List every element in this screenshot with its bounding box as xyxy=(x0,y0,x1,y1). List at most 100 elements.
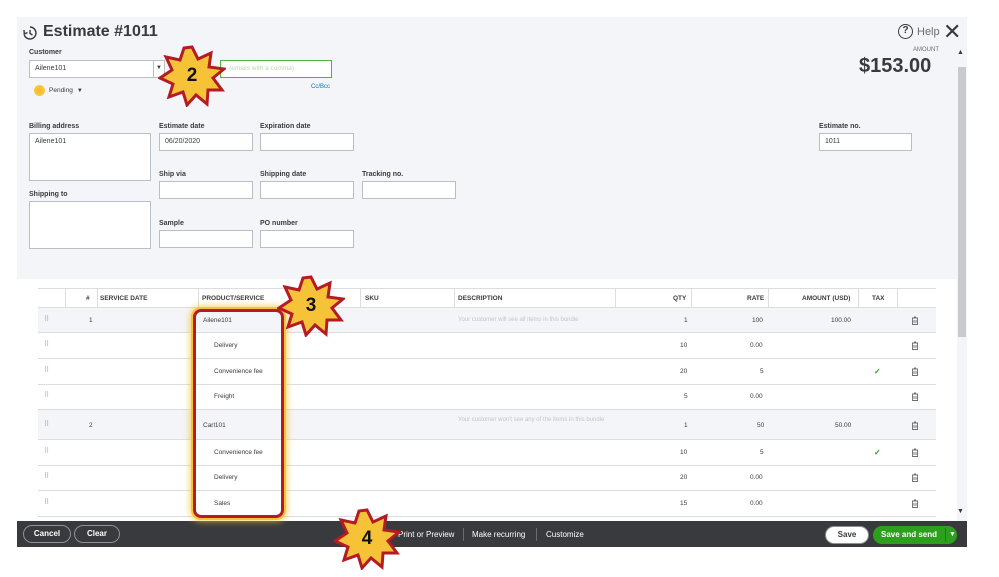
row-qty[interactable]: 20 xyxy=(680,474,687,481)
billing-address-value: Ailene101 xyxy=(35,138,67,145)
estimate-date-field[interactable]: 06/20/2020 xyxy=(159,133,253,151)
col-divider xyxy=(897,289,898,307)
trash-icon[interactable] xyxy=(911,392,919,401)
col-header-sku: SKU xyxy=(365,295,379,302)
row-qty[interactable]: 10 xyxy=(680,449,687,456)
status-dropdown[interactable]: Pending ▼ xyxy=(34,85,83,96)
trash-icon[interactable] xyxy=(911,341,919,350)
row-rate[interactable]: 0.00 xyxy=(750,474,763,481)
row-qty[interactable]: 1 xyxy=(684,422,688,429)
sample-label: Sample xyxy=(159,220,184,227)
footer-separator xyxy=(463,528,464,541)
print-preview-link[interactable]: Print or Preview xyxy=(398,530,454,539)
col-header-qty: QTY xyxy=(673,295,687,302)
billing-address-field[interactable]: Ailene101 xyxy=(29,133,151,181)
row-amount[interactable]: 100.00 xyxy=(831,317,851,324)
make-recurring-link[interactable]: Make recurring xyxy=(472,530,525,539)
drag-handle-icon[interactable]: ⠿ xyxy=(44,366,49,374)
row-divider xyxy=(38,490,936,491)
trash-icon[interactable] xyxy=(911,421,919,430)
tax-check-icon[interactable]: ✓ xyxy=(874,448,881,457)
drag-handle-icon[interactable]: ⠿ xyxy=(44,315,49,323)
col-divider xyxy=(360,289,361,307)
row-divider xyxy=(38,358,936,359)
estimate-no-field[interactable]: 1011 xyxy=(819,133,912,151)
help-button[interactable]: ? Help xyxy=(898,24,940,39)
scroll-down-icon[interactable]: ▼ xyxy=(957,508,964,515)
amount-total: $153.00 xyxy=(859,55,932,77)
row-qty[interactable]: 20 xyxy=(680,368,687,375)
scrollbar-thumb[interactable] xyxy=(958,67,966,337)
save-send-chevron-icon[interactable]: ▼ xyxy=(949,526,956,544)
page-title: Estimate #1011 xyxy=(43,23,158,40)
drag-handle-icon[interactable]: ⠿ xyxy=(44,391,49,399)
col-header-service-date: SERVICE DATE xyxy=(100,295,148,302)
row-divider xyxy=(38,332,936,333)
save-button[interactable]: Save xyxy=(825,526,869,544)
drag-handle-icon[interactable]: ⠿ xyxy=(44,340,49,348)
row-rate[interactable]: 0.00 xyxy=(750,393,763,400)
tracking-no-label: Tracking no. xyxy=(362,171,404,178)
callout-number: 2 xyxy=(186,65,198,86)
trash-icon[interactable] xyxy=(911,316,919,325)
row-qty[interactable]: 10 xyxy=(680,342,687,349)
drag-handle-icon[interactable]: ⠿ xyxy=(44,447,49,455)
callout-number: 3 xyxy=(305,295,317,316)
trash-icon[interactable] xyxy=(911,499,919,508)
row-qty[interactable]: 15 xyxy=(680,500,687,507)
trash-icon[interactable] xyxy=(911,448,919,457)
row-divider xyxy=(38,439,936,440)
expiration-date-field[interactable] xyxy=(260,133,354,151)
ship-via-field[interactable] xyxy=(159,181,253,199)
trash-icon[interactable] xyxy=(911,473,919,482)
shipping-date-field[interactable] xyxy=(260,181,354,199)
sample-field[interactable] xyxy=(159,230,253,248)
col-divider xyxy=(858,289,859,307)
drag-handle-icon[interactable]: ⠿ xyxy=(44,498,49,506)
col-header-tax: TAX xyxy=(872,295,885,302)
row-rate[interactable]: 0.00 xyxy=(750,342,763,349)
shipping-to-field[interactable] xyxy=(29,201,151,249)
po-number-field[interactable] xyxy=(260,230,354,248)
customer-select[interactable]: Ailene101 xyxy=(29,60,154,78)
email-placeholder: (emails with a comma) xyxy=(229,65,295,72)
tax-check-icon[interactable]: ✓ xyxy=(874,367,881,376)
pending-status-icon xyxy=(34,85,45,96)
expiration-date-label: Expiration date xyxy=(260,123,311,130)
clear-button[interactable]: Clear xyxy=(74,525,120,543)
amount-label: AMOUNT xyxy=(913,47,939,53)
cc-bcc-link[interactable]: Cc/Bcc xyxy=(311,84,330,90)
customer-email-input[interactable]: (emails with a comma) xyxy=(220,60,332,78)
recent-history-icon[interactable] xyxy=(22,25,38,41)
row-rate[interactable]: 50 xyxy=(757,422,764,429)
row-rate[interactable]: 5 xyxy=(760,368,764,375)
row-divider xyxy=(38,384,936,385)
table-top-border xyxy=(38,288,936,289)
col-divider xyxy=(97,289,98,307)
scroll-up-icon[interactable]: ▲ xyxy=(957,49,964,56)
callout-4: 4 xyxy=(333,508,401,570)
col-header-amount: AMOUNT (USD) xyxy=(802,295,851,302)
callout-3: 3 xyxy=(277,275,345,337)
col-header-num: # xyxy=(86,295,90,302)
tracking-no-field[interactable] xyxy=(362,181,456,199)
col-header-rate: RATE xyxy=(747,295,765,302)
customize-link[interactable]: Customize xyxy=(546,530,584,539)
row-rate[interactable]: 5 xyxy=(760,449,764,456)
row-description[interactable]: Your customer won't see any of the items… xyxy=(458,415,608,425)
row-qty[interactable]: 5 xyxy=(684,393,688,400)
drag-handle-icon[interactable]: ⠿ xyxy=(44,472,49,480)
row-amount[interactable]: 50.00 xyxy=(835,422,851,429)
row-rate[interactable]: 100 xyxy=(752,317,763,324)
close-icon[interactable]: ✕ xyxy=(943,21,961,43)
cancel-button[interactable]: Cancel xyxy=(23,525,71,543)
drag-handle-icon[interactable]: ⠿ xyxy=(44,420,49,428)
row-description[interactable]: Your customer will see all items in this… xyxy=(458,317,579,323)
trash-icon[interactable] xyxy=(911,367,919,376)
save-and-send-button[interactable]: Save and send ▼ xyxy=(873,526,957,544)
row-rate[interactable]: 0.00 xyxy=(750,500,763,507)
row-qty[interactable]: 1 xyxy=(684,317,688,324)
row-num: 2 xyxy=(89,422,93,429)
col-divider xyxy=(768,289,769,307)
help-label: Help xyxy=(917,25,940,38)
